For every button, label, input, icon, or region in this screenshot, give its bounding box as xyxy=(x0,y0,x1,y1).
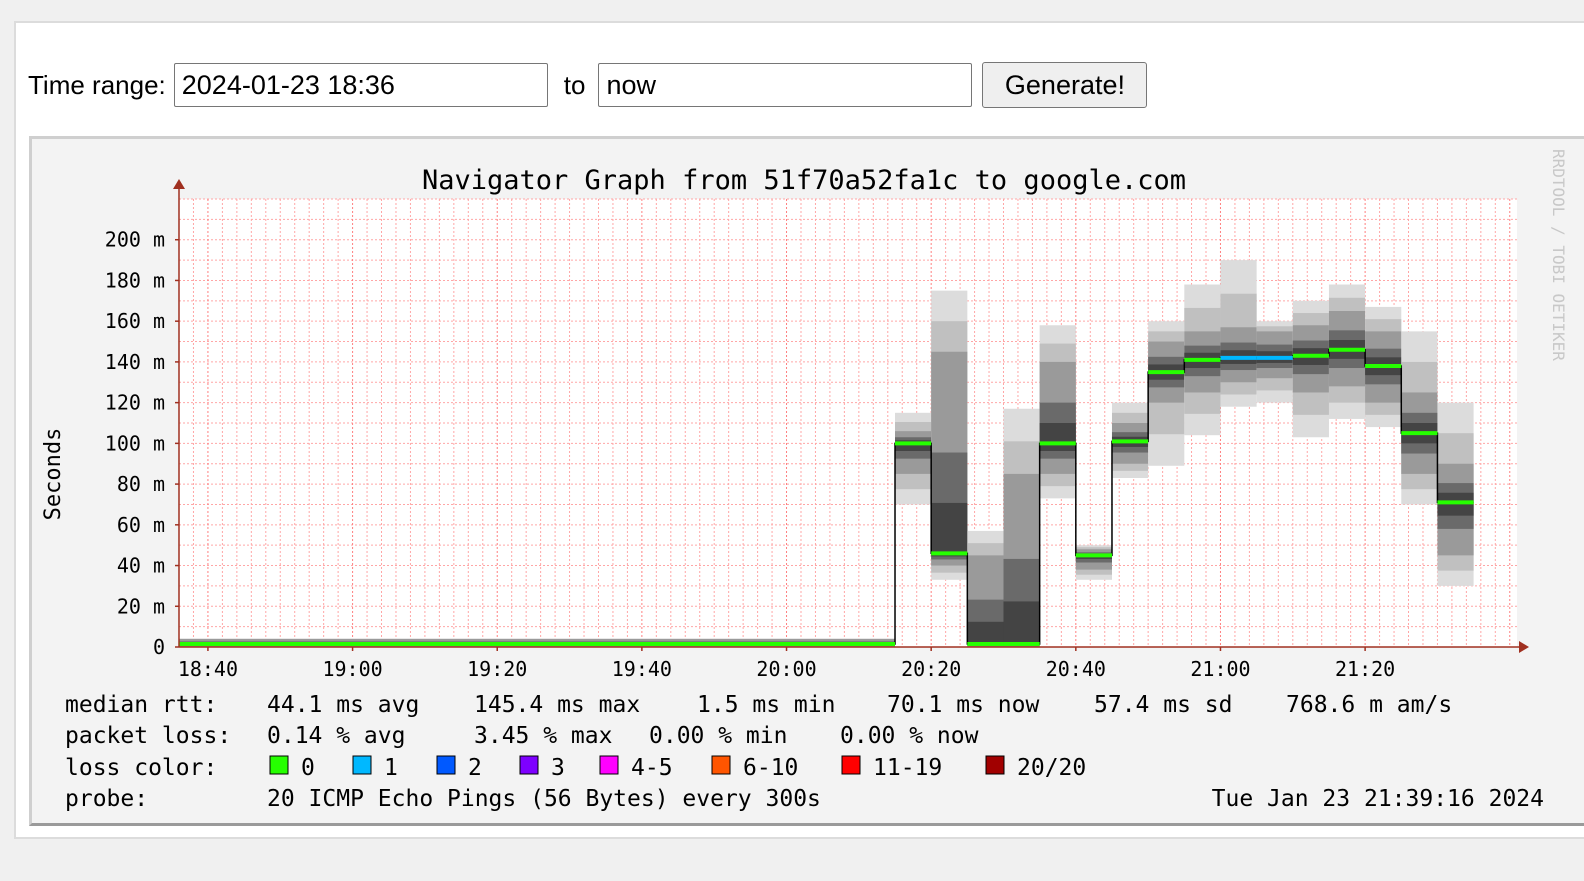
generate-button[interactable]: Generate! xyxy=(982,62,1148,108)
y-tick-label: 200 m xyxy=(105,228,165,252)
y-tick-label: 100 m xyxy=(105,431,165,455)
loss-label: packet loss: xyxy=(65,723,231,749)
x-tick-label: 19:40 xyxy=(612,657,672,681)
smoke-band xyxy=(1039,423,1076,451)
rtt-sd: 57.4 ms sd xyxy=(1094,692,1232,718)
y-tick-label: 20 m xyxy=(117,594,165,618)
loss-legend-label: 4-5 xyxy=(631,755,673,781)
loss-color-legend: 0 1 2 3 4-5 6-10 11-19 20/20 xyxy=(269,755,1086,781)
x-tick-label: 21:00 xyxy=(1190,657,1250,681)
loss-swatch xyxy=(985,755,1005,775)
loss-legend-label: 0 xyxy=(301,755,315,781)
x-axis-arrow xyxy=(1519,641,1529,653)
x-tick-label: 18:40 xyxy=(178,657,238,681)
rtt-min: 1.5 ms min xyxy=(697,692,835,718)
rtt-max: 145.4 ms max xyxy=(474,692,640,718)
loss-swatch xyxy=(436,755,456,775)
y-tick-label: 120 m xyxy=(105,391,165,415)
loss-swatch xyxy=(519,755,539,775)
x-tick-label: 20:00 xyxy=(756,657,816,681)
x-tick-label: 19:20 xyxy=(467,657,527,681)
y-tick-label: 80 m xyxy=(117,472,165,496)
loss-now: 0.00 % now xyxy=(840,723,979,749)
x-tick-label: 20:20 xyxy=(901,657,961,681)
loss-legend-label: 11-19 xyxy=(873,755,942,781)
loss-legend-label: 1 xyxy=(384,755,398,781)
loss-min: 0.00 % min xyxy=(649,723,787,749)
probe-label: probe: xyxy=(65,786,148,812)
rtt-label: median rtt: xyxy=(65,692,217,718)
loss-swatch xyxy=(841,755,861,775)
time-range-label: Time range: xyxy=(28,69,166,100)
y-tick-label: 180 m xyxy=(105,268,165,292)
loss-legend-label: 2 xyxy=(468,755,482,781)
loss-legend-label: 3 xyxy=(551,755,565,781)
smoke-band xyxy=(967,621,1004,645)
time-range-form: Time range: to Generate! xyxy=(28,62,1148,108)
x-tick-label: 19:00 xyxy=(322,657,382,681)
rtt-avg: 44.1 ms avg xyxy=(267,692,419,718)
loss-swatch xyxy=(599,755,619,775)
smoke-band xyxy=(931,502,968,557)
to-label: to xyxy=(563,69,586,100)
y-axis-label: Seconds xyxy=(41,428,66,521)
rtt-ams: 768.6 m am/s xyxy=(1286,692,1452,718)
loss-swatch xyxy=(269,755,289,775)
from-time-input[interactable] xyxy=(173,63,548,107)
y-tick-label: 140 m xyxy=(105,350,165,374)
timestamp: Tue Jan 23 21:39:16 2024 xyxy=(1212,786,1544,812)
x-tick-label: 20:40 xyxy=(1046,657,1106,681)
to-time-input[interactable] xyxy=(598,63,973,107)
rrdtool-watermark: RRDTOOL / TOBI OETIKER xyxy=(1549,149,1568,361)
loss-max: 3.45 % max xyxy=(474,723,612,749)
loss-avg: 0.14 % avg xyxy=(267,723,405,749)
loss-legend-label: 20/20 xyxy=(1017,755,1086,781)
smokeping-graph: 0 20 m 40 m 60 m 80 m 100 m 120 m 140 m 160 m 180… xyxy=(29,136,1584,826)
chart-title: Navigator Graph from 51f70a52fa1c to goo… xyxy=(422,165,1186,196)
stats-block: median rtt: 44.1 ms avg 145.4 ms max 1.5… xyxy=(65,692,1544,812)
y-tick-label: 160 m xyxy=(105,309,165,333)
loss-swatch xyxy=(711,755,731,775)
y-axis-arrow xyxy=(173,179,185,189)
rtt-now: 70.1 ms now xyxy=(887,692,1039,718)
probe-text: 20 ICMP Echo Pings (56 Bytes) every 300s xyxy=(267,786,821,812)
loss-color-label: loss color: xyxy=(65,755,217,781)
loss-legend-label: 6-10 xyxy=(743,755,798,781)
rtt-chart: 0 20 m 40 m 60 m 80 m 100 m 120 m 140 m 160 m 180… xyxy=(41,149,1568,812)
x-tick-label: 21:20 xyxy=(1335,657,1395,681)
y-tick-label: 60 m xyxy=(117,513,165,537)
y-tick-label: 0 xyxy=(153,635,165,659)
smoke-band xyxy=(1003,601,1040,645)
y-tick-label: 40 m xyxy=(117,554,165,578)
loss-swatch xyxy=(352,755,372,775)
